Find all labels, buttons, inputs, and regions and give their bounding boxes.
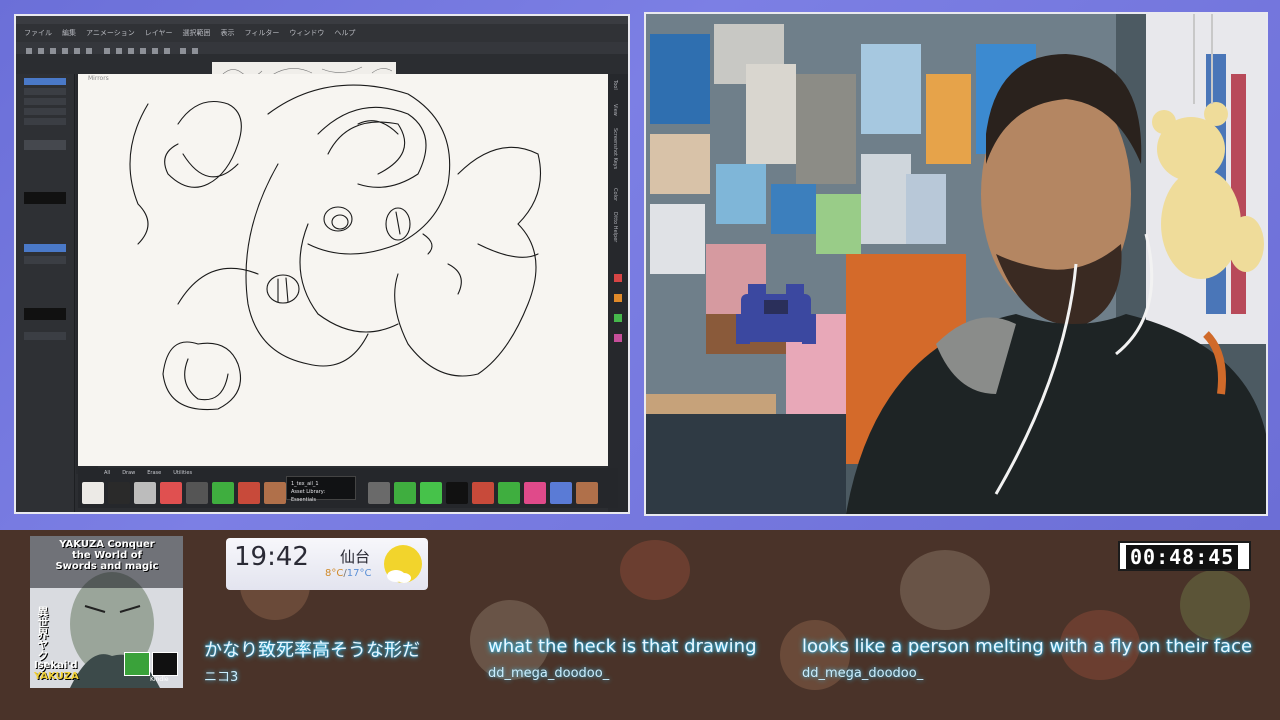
brush-item[interactable] [550,482,572,504]
tooltip-title: 1_tex_ail_1 [291,481,319,487]
dock-color-swatch[interactable] [614,274,622,282]
property-field[interactable] [24,256,66,264]
cover-bottom-label-2: YAKUZA [34,671,79,682]
webcam-image [646,14,1266,514]
dock-color-swatch[interactable] [614,294,622,302]
layer-row[interactable] [24,88,66,95]
cover-title-line1: YAKUZA Conquer [59,539,155,550]
cover-title-line2: the World of [72,550,142,561]
dock-color-swatch[interactable] [614,314,622,322]
bottom-overlay [0,530,1280,720]
sun-cloud-icon [384,545,422,583]
brush-tab-draw[interactable]: Draw [122,468,135,478]
brush-item[interactable] [160,482,182,504]
menu-item-edit[interactable]: 編集 [62,24,76,42]
right-dock: Tool View Screenshot Keys Color Ditto He… [608,74,628,512]
clock-temperature: 8°C/17°C [325,568,371,579]
menu-item-window[interactable]: ウィンドウ [289,24,324,42]
property-field[interactable] [24,244,66,252]
chat-username: dd_mega_doodoo_ [802,666,924,681]
menu-item-file[interactable]: ファイル [24,24,52,42]
dock-label-color[interactable]: Color [612,188,618,201]
brush-tooltip: 1_tex_ail_1 Asset Library: Essentials [286,476,356,503]
menu-item-animation[interactable]: アニメーション [86,24,135,42]
menu-item-filter[interactable]: フィルター [245,24,280,42]
brush-item[interactable] [186,482,208,504]
chat-message: looks like a person melting with a fly o… [802,636,1253,657]
property-swatch [24,308,66,320]
brush-item[interactable] [238,482,260,504]
chat-message: かなり致死率高そうな形だ [204,640,420,661]
command-bar [16,42,628,54]
brush-item[interactable] [394,482,416,504]
brush-item[interactable] [420,482,442,504]
property-field[interactable] [24,332,66,340]
brush-item[interactable] [524,482,546,504]
tooltip-subtitle: Asset Library: Essentials [291,489,326,503]
stream-timer: 00:48:45 [1118,541,1251,571]
brush-item[interactable] [82,482,104,504]
pattern-shape [1180,570,1250,640]
book-cover: YAKUZA Conquer the World of Swords and m… [30,536,183,688]
chat-username: ニコ3 [204,670,239,685]
brush-item[interactable] [264,482,286,504]
menu-item-select[interactable]: 選択範囲 [183,24,211,42]
brush-tab-erase[interactable]: Erase [147,468,161,478]
drawing-app-window: ファイル 編集 アニメーション レイヤー 選択範囲 表示 フィルター ウィンドウ… [14,14,630,514]
brush-tab-utilities[interactable]: Utilities [173,468,192,478]
dock-label-view[interactable]: View [612,104,618,116]
menu-item-help[interactable]: ヘルプ [334,24,355,42]
kindle-label: Kindle [150,676,169,683]
webcam-feed [644,12,1268,516]
cover-bottom-label-1: Isekai'd [34,660,78,671]
brush-item[interactable] [134,482,156,504]
brush-item[interactable] [368,482,390,504]
chat-message: what the heck is that drawing [488,636,757,657]
clock-weather-widget: 19:42 仙台 8°C/17°C [226,538,428,590]
drawing-canvas[interactable]: Mirrors [78,74,608,466]
command-bar-icons[interactable] [16,45,216,57]
dock-label-ditto-helper[interactable]: Ditto Helper [612,212,618,242]
cover-title-line3: Swords and magic [55,561,159,572]
layer-panel[interactable] [16,74,75,512]
app-menubar: ファイル 編集 アニメーション レイヤー 選択範囲 表示 フィルター ウィンドウ… [16,24,628,42]
dock-label-screenshot-keys[interactable]: Screenshot Keys [612,128,618,169]
property-swatch [24,192,66,204]
brush-item[interactable] [212,482,234,504]
brush-tab-all[interactable]: All [104,468,110,478]
canvas-label: Mirrors [88,75,109,82]
brush-item[interactable] [472,482,494,504]
brush-item[interactable] [498,482,520,504]
chat-username: dd_mega_doodoo_ [488,666,610,681]
layer-row[interactable] [24,98,66,105]
sketch-drawing [129,84,542,411]
stream-timer-text: 00:48:45 [1126,545,1239,569]
brush-item[interactable] [108,482,130,504]
brush-item[interactable] [576,482,598,504]
temp-high: 8°C [325,568,344,579]
temp-low: 17°C [346,568,372,579]
kindle-badge [152,652,178,676]
layer-row[interactable] [24,118,66,125]
app-titlebar [16,16,628,24]
layer-row[interactable] [24,78,66,85]
clock-city: 仙台 [340,548,371,566]
layer-row[interactable] [24,108,66,115]
kindle-unlimited-badge [124,652,150,676]
pattern-shape [620,540,690,600]
dock-color-swatch[interactable] [614,334,622,342]
brush-item[interactable] [446,482,468,504]
pattern-shape [900,550,990,630]
menu-item-layer[interactable]: レイヤー [145,24,173,42]
menu-item-view[interactable]: 表示 [221,24,235,42]
layer-toolbar[interactable] [24,140,66,150]
clock-time: 19:42 [234,542,309,572]
dock-label-tool[interactable]: Tool [612,80,618,90]
